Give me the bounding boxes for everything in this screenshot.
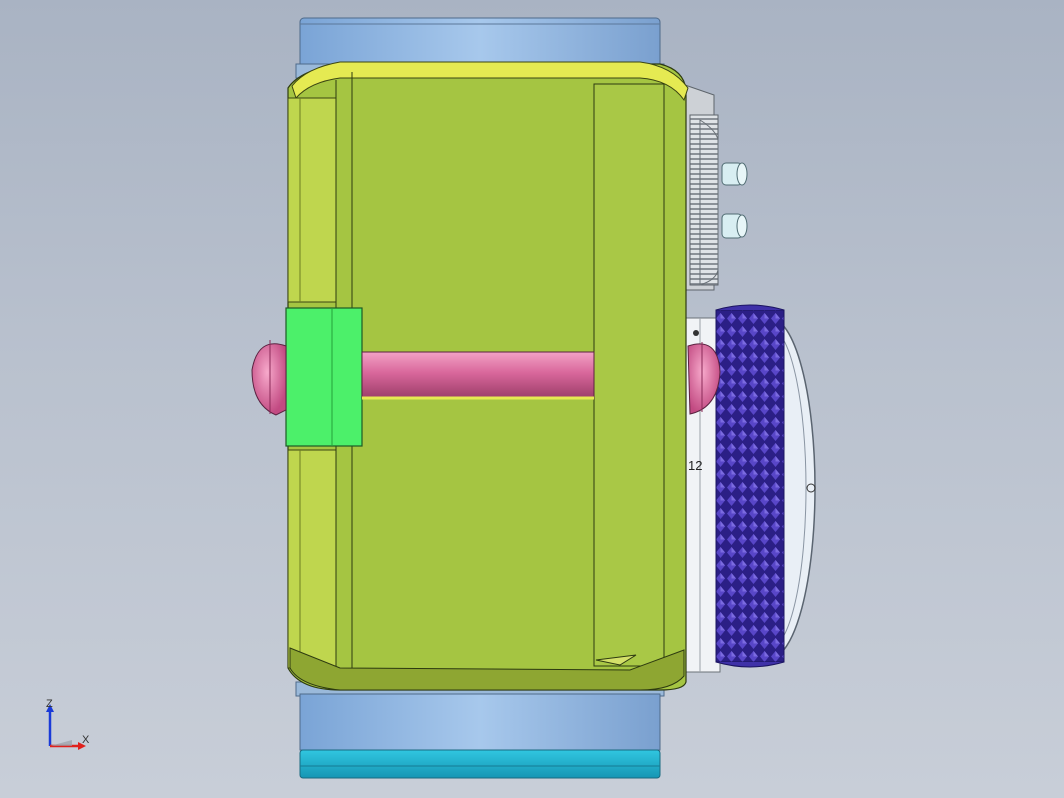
dial-number-label: 12	[688, 458, 702, 473]
bottom-barrel[interactable]	[295, 681, 665, 779]
side-gear[interactable]	[684, 84, 719, 291]
clamp-block[interactable]	[285, 307, 363, 447]
x-axis-label: X	[82, 734, 90, 746]
cad-model[interactable]: 12	[0, 0, 1064, 798]
side-screws[interactable]	[721, 162, 748, 239]
left-knob[interactable]	[251, 340, 287, 416]
z-axis-label: Z	[46, 698, 53, 710]
pink-rod[interactable]	[361, 351, 595, 400]
cad-viewport[interactable]: 12 Z X	[0, 0, 1064, 798]
